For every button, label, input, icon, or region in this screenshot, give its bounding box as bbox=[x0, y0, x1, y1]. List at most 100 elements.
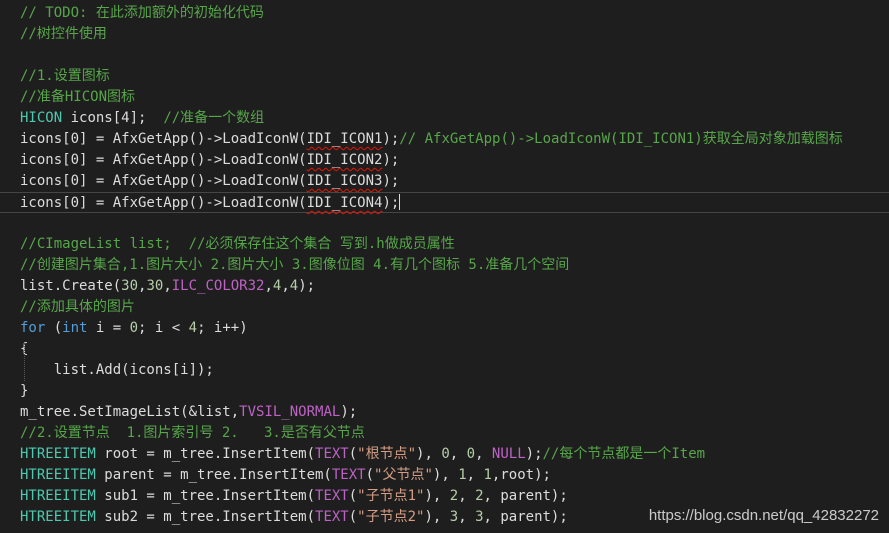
macro-token: TEXT bbox=[315, 488, 349, 504]
macro-token: TEXT bbox=[315, 446, 349, 462]
code-text: , bbox=[449, 446, 467, 462]
code-text: } bbox=[20, 383, 29, 399]
number-literal: 2 bbox=[449, 488, 459, 504]
code-text: ), bbox=[424, 488, 450, 504]
keyword-token: int bbox=[62, 320, 88, 336]
code-text: ); bbox=[382, 152, 400, 168]
code-editor[interactable]: // TODO: 在此添加额外的初始化代码 //树控件使用 //1.设置图标 //准备… bbox=[0, 0, 889, 533]
code-line[interactable]: icons[0] = AfxGetApp()->LoadIconW(IDI_IC… bbox=[0, 150, 889, 171]
number-literal: 3 bbox=[449, 509, 459, 525]
error-squiggle-token: IDI_ICON2 bbox=[306, 152, 383, 168]
macro-token: TEXT bbox=[331, 467, 366, 483]
code-line[interactable]: m_tree.SetImageList(&list,TVSIL_NORMAL); bbox=[0, 402, 889, 423]
code-line[interactable]: //2.设置节点 1.图片索引号 2. 3.是否有父节点 bbox=[0, 423, 889, 444]
code-text: ( bbox=[365, 467, 375, 483]
code-text: ( bbox=[45, 320, 63, 336]
code-text: m_tree.SetImageList(&list, bbox=[20, 404, 240, 420]
error-squiggle-token: IDI_ICON1 bbox=[306, 131, 383, 147]
code-line[interactable]: icons[0] = AfxGetApp()->LoadIconW(IDI_IC… bbox=[0, 171, 889, 192]
code-line[interactable]: list.Create(30,30,ILC_COLOR32,4,4); bbox=[0, 276, 889, 297]
code-comment: //准备HICON图标 bbox=[20, 89, 136, 105]
code-line[interactable]: HTREEITEM sub1 = m_tree.InsertItem(TEXT(… bbox=[0, 486, 889, 507]
code-line[interactable]: //添加具体的图片 bbox=[0, 297, 889, 318]
code-text: ,root); bbox=[491, 467, 551, 483]
code-text: ( bbox=[348, 488, 358, 504]
code-text: ); bbox=[382, 131, 400, 147]
code-text: , bbox=[458, 509, 476, 525]
code-line[interactable]: //准备HICON图标 bbox=[0, 87, 889, 108]
code-line[interactable]: list.Add(icons[i]); bbox=[0, 360, 889, 381]
number-literal: 0 bbox=[441, 446, 450, 462]
code-text: root = m_tree.InsertItem( bbox=[95, 446, 316, 462]
code-text: ; i++) bbox=[197, 320, 248, 336]
macro-token: NULL bbox=[491, 446, 526, 462]
code-text: icons[4]; bbox=[62, 110, 164, 126]
code-line[interactable]: // TODO: 在此添加额外的初始化代码 bbox=[0, 3, 889, 24]
code-text: , bbox=[281, 278, 290, 294]
code-text: ), bbox=[424, 509, 450, 525]
macro-token: TEXT bbox=[315, 509, 349, 525]
code-text: , bbox=[475, 446, 492, 462]
number-literal: 4 bbox=[188, 320, 198, 336]
error-squiggle-token: IDI_ICON4 bbox=[306, 195, 383, 211]
error-squiggle-token: IDI_ICON3 bbox=[306, 173, 383, 189]
number-literal: 2 bbox=[475, 488, 484, 504]
code-text: ); bbox=[340, 404, 358, 420]
text-cursor bbox=[399, 194, 401, 210]
code-text: ); bbox=[382, 195, 400, 211]
code-text: ( bbox=[348, 446, 358, 462]
code-line[interactable] bbox=[0, 213, 889, 234]
code-text: list.Create( bbox=[20, 278, 122, 294]
code-line[interactable]: for (int i = 0; i < 4; i++) bbox=[0, 318, 889, 339]
keyword-token: for bbox=[20, 320, 46, 336]
watermark: https://blog.csdn.net/qq_42832272 bbox=[648, 507, 879, 524]
code-text: ); bbox=[298, 278, 316, 294]
number-literal: 30 bbox=[146, 278, 164, 294]
code-text: icons[0] = AfxGetApp()->LoadIconW( bbox=[20, 173, 307, 189]
code-line[interactable]: //1.设置图标 bbox=[0, 66, 889, 87]
number-literal: 1 bbox=[458, 467, 467, 483]
macro-token: ILC_COLOR32 bbox=[171, 278, 265, 294]
code-text: icons[0] = AfxGetApp()->LoadIconW( bbox=[20, 152, 307, 168]
code-text: list.Add(icons[i]); bbox=[20, 362, 214, 378]
code-line[interactable]: //创建图片集合,1.图片大小 2.图片大小 3.图像位图 4.有几个图标 5.… bbox=[0, 255, 889, 276]
code-line[interactable]: //树控件使用 bbox=[0, 24, 889, 45]
type-token: HTREEITEM bbox=[20, 509, 96, 525]
code-text: , bbox=[163, 278, 172, 294]
code-text: , bbox=[466, 467, 484, 483]
string-literal: "根节点" bbox=[357, 446, 417, 462]
code-text: i = bbox=[87, 320, 130, 336]
code-text: ; i < bbox=[138, 320, 189, 336]
code-line[interactable]: HTREEITEM parent = m_tree.InsertItem(TEX… bbox=[0, 465, 889, 486]
code-text: ); bbox=[382, 173, 400, 189]
code-line[interactable]: icons[0] = AfxGetApp()->LoadIconW(IDI_IC… bbox=[0, 129, 889, 150]
code-line[interactable]: //CImageList list; //必须保存住这个集合 写到.h做成员属性 bbox=[0, 234, 889, 255]
indent-guide bbox=[24, 343, 25, 381]
code-comment: //添加具体的图片 bbox=[20, 299, 135, 315]
type-token: HICON bbox=[20, 110, 63, 126]
string-literal: "子节点2" bbox=[357, 509, 425, 525]
code-comment: //1.设置图标 bbox=[20, 68, 110, 84]
number-literal: 4 bbox=[289, 278, 299, 294]
code-line[interactable] bbox=[0, 45, 889, 66]
code-text: , parent); bbox=[483, 488, 568, 504]
code-comment: //树控件使用 bbox=[20, 26, 107, 42]
number-literal: 0 bbox=[466, 446, 476, 462]
string-literal: "子节点1" bbox=[357, 488, 425, 504]
macro-token: TVSIL_NORMAL bbox=[239, 404, 341, 420]
code-line[interactable]: { bbox=[0, 339, 889, 360]
code-line[interactable]: } bbox=[0, 381, 889, 402]
code-line-current[interactable]: icons[0] = AfxGetApp()->LoadIconW(IDI_IC… bbox=[0, 192, 889, 213]
code-text: ), bbox=[416, 446, 442, 462]
code-text: ), bbox=[432, 467, 459, 483]
code-line[interactable]: HICON icons[4]; //准备一个数组 bbox=[0, 108, 889, 129]
code-text: sub2 = m_tree.InsertItem( bbox=[95, 509, 316, 525]
number-literal: 0 bbox=[129, 320, 139, 336]
code-text: , bbox=[458, 488, 476, 504]
code-text: , parent); bbox=[483, 509, 568, 525]
code-text: ( bbox=[348, 509, 358, 525]
string-literal: "父节点" bbox=[374, 467, 433, 483]
code-comment: //每个节点都是一个Item bbox=[542, 446, 706, 462]
code-line[interactable]: HTREEITEM root = m_tree.InsertItem(TEXT(… bbox=[0, 444, 889, 465]
code-comment: //CImageList list; //必须保存住这个集合 写到.h做成员属性 bbox=[20, 236, 455, 252]
